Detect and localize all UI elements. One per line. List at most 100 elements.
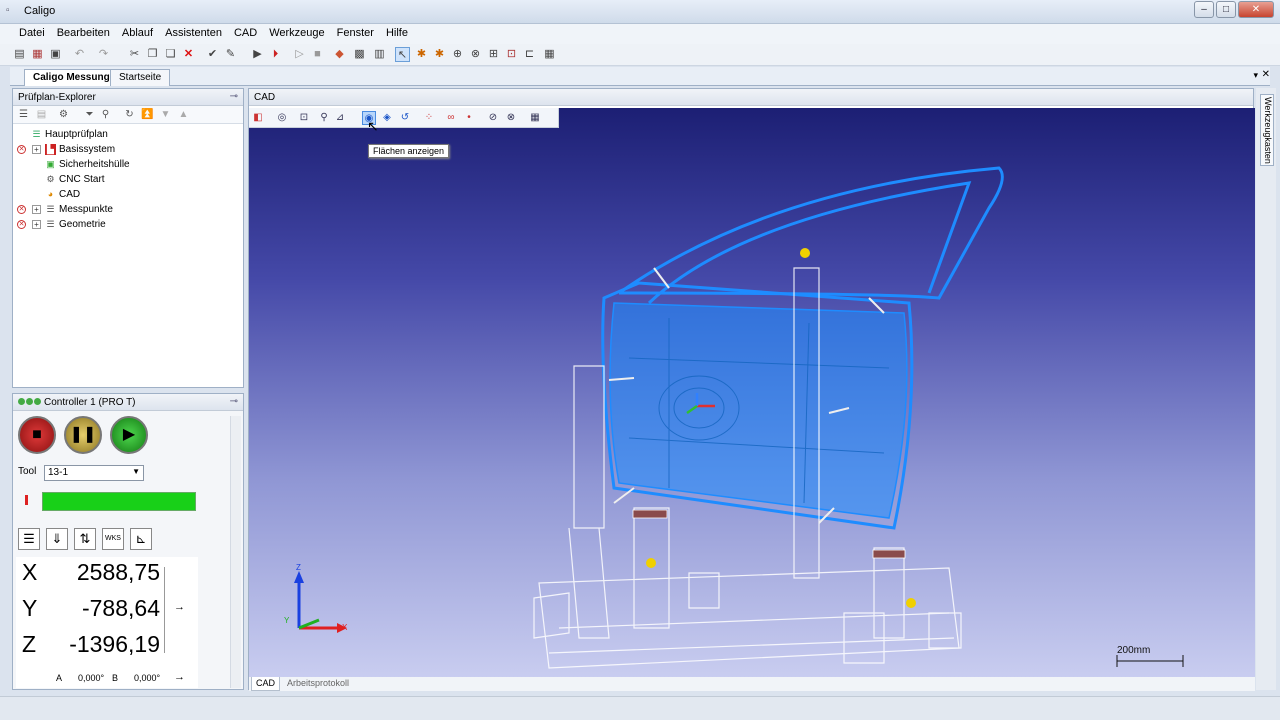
expand-icon[interactable]: + <box>32 145 41 154</box>
menu-werkzeuge[interactable]: Werkzeuge <box>263 24 330 39</box>
x-value: 2588,75 <box>76 559 160 585</box>
wks-button[interactable]: WKS <box>102 528 124 550</box>
menu-assistenten[interactable]: Assistenten <box>159 24 228 39</box>
probe-5-icon[interactable]: ⊞ <box>486 47 501 62</box>
table-icon[interactable]: ▦ <box>528 111 542 125</box>
edit-icon[interactable]: ✎ <box>223 47 238 62</box>
probe-4-icon[interactable]: ⊗ <box>468 47 483 62</box>
probe-2-icon[interactable]: ✱ <box>432 47 447 62</box>
list-button[interactable]: ☰ <box>18 528 40 550</box>
probe-edit-icon[interactable]: ⊗ <box>504 111 518 125</box>
view-icon[interactable]: ⊿ <box>333 111 347 125</box>
filter-icon[interactable]: ⏷ <box>83 108 96 121</box>
play-icon: ▶ <box>122 426 136 443</box>
tool-2-icon[interactable]: ▩ <box>352 47 367 62</box>
menu-hilfe[interactable]: Hilfe <box>380 24 414 39</box>
move-top-icon[interactable]: ⏫ <box>141 108 154 121</box>
pin-icon[interactable]: ⊸ <box>230 91 238 102</box>
grid-icon[interactable]: ▦ <box>542 47 557 62</box>
tab-startseite[interactable]: Startseite <box>110 69 171 86</box>
probe-view-icon[interactable]: ⊘ <box>486 111 500 125</box>
pause-button[interactable]: ❚❚ <box>64 416 102 454</box>
tree-item-sicherheitshuelle[interactable]: ▣ Sicherheitshülle <box>13 157 243 172</box>
up-button[interactable]: ⇅ <box>74 528 96 550</box>
link-icon[interactable]: ∞ <box>444 111 458 125</box>
werkzeugkasten-tab[interactable]: Werkzeugkasten <box>1260 94 1274 166</box>
probe-6-icon[interactable]: ⊡ <box>504 47 519 62</box>
run-icon[interactable]: ▶ <box>250 47 265 62</box>
error-icon: ✕ <box>17 205 26 214</box>
save-icon[interactable]: ▣ <box>48 47 63 62</box>
menu-ablauf[interactable]: Ablauf <box>116 24 159 39</box>
cube-icon[interactable]: ◧ <box>251 111 265 125</box>
play-gray-icon[interactable]: ▷ <box>292 47 307 62</box>
stop-gray-icon[interactable]: ■ <box>310 47 325 62</box>
tree-item-cnc-start[interactable]: ⚙ CNC Start <box>13 172 243 187</box>
new-icon[interactable]: ▤ <box>12 47 27 62</box>
tool-1-icon[interactable]: ◆ <box>332 47 347 62</box>
redo-icon[interactable]: ↷ <box>96 47 111 62</box>
tab-caligo-messung[interactable]: Caligo Messung <box>24 69 119 86</box>
clamp-pads <box>632 509 906 559</box>
point-add-icon[interactable]: • <box>462 111 476 125</box>
tree-item-cad[interactable]: ◕ CAD <box>13 187 243 202</box>
probe-indicator-icon <box>25 495 28 505</box>
select-cursor-icon[interactable]: ↖ <box>395 47 410 62</box>
cad-icon: ◕ <box>47 189 54 199</box>
expand-icon[interactable]: + <box>32 205 41 214</box>
undo-icon[interactable]: ↶ <box>72 47 87 62</box>
menu-datei[interactable]: Datei <box>13 24 51 39</box>
tab-close-icon[interactable]: ✕ <box>1262 69 1270 80</box>
down-button[interactable]: ⇓ <box>46 528 68 550</box>
maximize-button[interactable]: □ <box>1216 1 1236 18</box>
tree-item-geometrie[interactable]: ✕ + ☰ Geometrie <box>13 217 243 232</box>
cad-header: CAD <box>249 89 1253 106</box>
tooltip-flaechen-anzeigen: Flächen anzeigen <box>368 144 450 158</box>
probe-3-icon[interactable]: ⊕ <box>450 47 465 62</box>
zoom-icon[interactable]: ⚲ <box>317 111 331 125</box>
list-view-icon[interactable]: ▤ <box>35 108 48 121</box>
controller-scrollbar[interactable] <box>230 416 241 688</box>
close-button[interactable]: ✕ <box>1238 1 1274 18</box>
refresh-icon[interactable]: ↻ <box>123 108 136 121</box>
show-edges-icon[interactable]: ◈ <box>380 111 394 125</box>
menu-cad[interactable]: CAD <box>228 24 263 39</box>
axis-button[interactable]: ⊾ <box>130 528 152 550</box>
tree-item-basissystem[interactable]: ✕ + ▙ Basissystem <box>13 142 243 157</box>
copy-icon[interactable]: ❐ <box>145 47 160 62</box>
minimize-button[interactable]: – <box>1194 1 1214 18</box>
expand-icon[interactable]: + <box>32 220 41 229</box>
cad-viewport[interactable]: Z X Y 200mm <box>249 108 1255 678</box>
cut-icon[interactable]: ✂ <box>127 47 142 62</box>
step-icon[interactable]: ⏵ <box>268 47 283 62</box>
stop-button[interactable]: ■ <box>18 416 56 454</box>
zoom-window-icon[interactable]: ⊡ <box>297 111 311 125</box>
cad-bottom-tabs: CAD Arbeitsprotokoll <box>249 677 1255 691</box>
tab-arbeitsprotokoll[interactable]: Arbeitsprotokoll <box>283 677 353 691</box>
move-up-icon[interactable]: ▲ <box>177 108 190 121</box>
paste-icon[interactable]: ❏ <box>163 47 178 62</box>
settings-icon[interactable]: ⚙ <box>57 108 70 121</box>
delete-icon[interactable]: ✕ <box>181 47 196 62</box>
open-icon[interactable]: ▦ <box>30 47 45 62</box>
tree-item-hauptpruefplan[interactable]: ☰ Hauptprüfplan <box>13 127 243 142</box>
binoculars-icon[interactable]: ⚲ <box>99 108 112 121</box>
tree-item-messpunkte[interactable]: ✕ + ☰ Messpunkte <box>13 202 243 217</box>
move-down-icon[interactable]: ▼ <box>159 108 172 121</box>
tool-3-icon[interactable]: ▥ <box>372 47 387 62</box>
menu-fenster[interactable]: Fenster <box>331 24 380 39</box>
tab-dropdown-icon[interactable]: ▾ <box>1253 70 1258 81</box>
pin-icon[interactable]: ⊸ <box>230 396 238 407</box>
globe-icon[interactable]: ◎ <box>275 111 289 125</box>
rotate-icon[interactable]: ↺ <box>398 111 412 125</box>
tab-cad[interactable]: CAD <box>251 677 281 691</box>
check-icon[interactable]: ✔ <box>205 47 220 62</box>
tree-view-icon[interactable]: ☰ <box>17 108 30 121</box>
scale-bar <box>1116 655 1184 667</box>
menu-bearbeiten[interactable]: Bearbeiten <box>51 24 116 39</box>
play-button[interactable]: ▶ <box>110 416 148 454</box>
probe-1-icon[interactable]: ✱ <box>414 47 429 62</box>
probe-7-icon[interactable]: ⊏ <box>522 47 537 62</box>
tool-select[interactable]: 13-1 ▼ <box>44 465 144 481</box>
points-icon[interactable]: ⁘ <box>422 111 436 125</box>
